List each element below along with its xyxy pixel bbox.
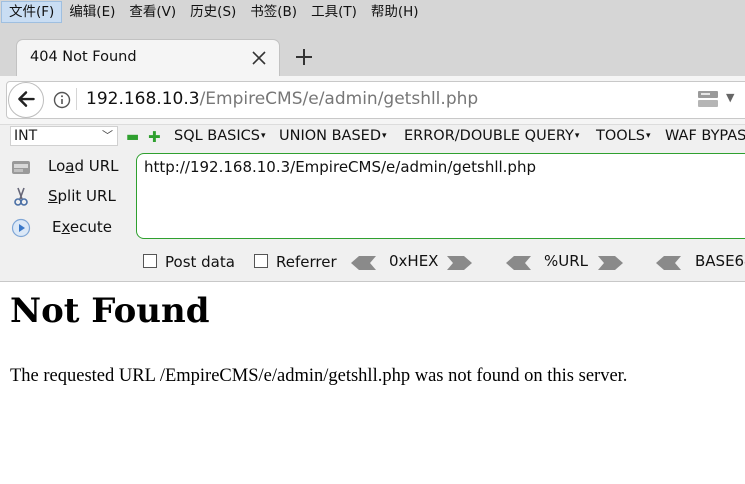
menu-tools[interactable]: 工具(T) [304,1,364,23]
referrer-label: Referrer [276,253,337,271]
menu-label: SQL BASICS [174,128,260,144]
decode-arrow-icon[interactable] [349,255,377,271]
post-data-label: Post data [165,253,235,271]
menu-label: ERROR/DOUBLE QUERY [404,128,574,144]
encoder-base64: BASE64 [695,252,745,270]
decode-arrow-icon[interactable] [654,255,682,271]
back-button[interactable] [8,82,44,118]
encode-arrow-icon[interactable] [597,255,625,271]
error-message: The requested URL /EmpireCMS/e/admin/get… [10,366,628,386]
page-action-icon[interactable] [696,88,720,110]
checkbox-box[interactable] [143,254,157,268]
menu-sql-basics[interactable]: SQL BASICS▾ [174,128,266,144]
load-url-button[interactable]: Load URL [10,156,120,178]
back-arrow-icon [18,91,35,107]
minus-icon[interactable]: ▬ [126,130,139,144]
menu-label: UNION BASED [279,128,382,144]
menu-label: TOOLS [596,128,645,144]
menu-union-based[interactable]: UNION BASED▾ [279,128,387,144]
tab-title: 404 Not Found [30,49,137,65]
menu-edit[interactable]: 编辑(E) [62,1,122,23]
scissors-icon [14,187,28,206]
menu-waf-bypass[interactable]: WAF BYPASS [665,128,745,144]
menu-file[interactable]: 文件(F) [1,1,63,23]
url-textarea-value: http://192.168.10.3/EmpireCMS/e/admin/ge… [144,158,536,176]
menu-label: WAF BYPASS [665,128,745,144]
execute-label: Execute [52,218,112,236]
menu-error-double-query[interactable]: ERROR/DOUBLE QUERY▾ [404,128,579,144]
split-url-label: Split URL [48,187,116,205]
menu-history[interactable]: 历史(S) [183,1,243,23]
plus-icon[interactable] [292,45,316,69]
url-host: 192.168.10.3 [86,89,200,109]
menu-help[interactable]: 帮助(H) [364,1,426,23]
tab-strip: 404 Not Found [0,24,745,76]
encoder-url: %URL [544,252,589,270]
plus-icon[interactable]: ✚ [148,130,161,145]
encode-arrow-icon[interactable] [446,255,474,271]
split-url-button[interactable]: Split URL [10,186,120,208]
url-path: /EmpireCMS/e/admin/getshll.php [199,89,479,109]
close-icon[interactable] [249,48,269,68]
menu-view[interactable]: 查看(V) [122,1,183,23]
chevron-down-icon[interactable]: ▼ [726,91,734,104]
checkbox-box[interactable] [254,254,268,268]
load-url-icon [12,161,30,174]
info-icon[interactable] [52,90,72,110]
url-display[interactable]: 192.168.10.3/EmpireCMS/e/admin/getshll.p… [86,89,478,109]
decode-arrow-icon[interactable] [504,255,532,271]
load-url-label: Load URL [48,157,119,175]
execute-button[interactable]: Execute [10,217,120,239]
menu-tools[interactable]: TOOLS▾ [596,128,651,144]
separator [76,88,77,110]
play-icon [11,218,31,238]
type-select-value: INT [14,128,38,144]
menu-bookmarks[interactable]: 书签(B) [243,1,304,23]
menu-bar: 文件(F) 编辑(E) 查看(V) 历史(S) 书签(B) 工具(T) 帮助(H… [0,0,745,24]
encoder-hex: 0xHEX [389,252,439,270]
chevron-down-icon: ﹀ [102,129,113,142]
tab-active[interactable]: 404 Not Found [17,40,279,76]
type-select[interactable]: INT ﹀ [10,126,118,146]
page-heading: Not Found [10,291,210,331]
